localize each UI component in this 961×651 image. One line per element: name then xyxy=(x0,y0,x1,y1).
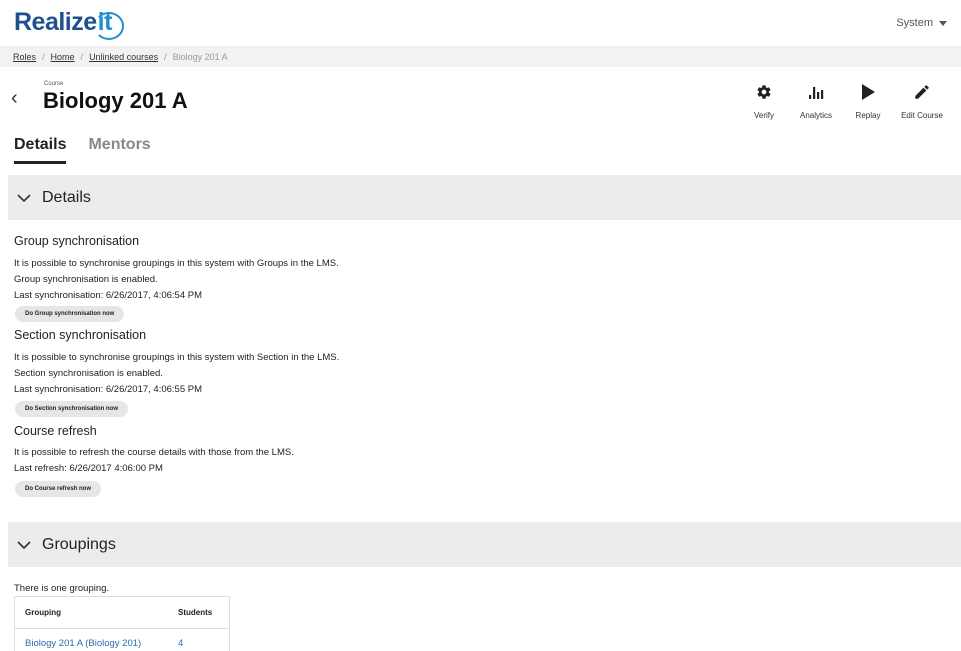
section-sync-heading: Section synchronisation xyxy=(14,328,147,342)
students-count-link[interactable]: 4 xyxy=(178,638,183,649)
page-title: Biology 201 A xyxy=(43,88,188,113)
do-section-sync-button[interactable]: Do Section synchronisation now xyxy=(15,401,129,417)
table-row[interactable]: Biology 201 A (Biology 201) 4 xyxy=(15,629,230,651)
groupings-section-label: Groupings xyxy=(42,535,116,553)
caret-down-icon xyxy=(939,20,947,26)
section-sync-description: It is possible to synchronise groupings … xyxy=(14,352,340,363)
grouping-cell: Biology 201 A (Biology 201) xyxy=(15,629,169,651)
gear-icon xyxy=(756,81,772,103)
course-refresh-description: It is possible to refresh the course det… xyxy=(14,447,294,458)
breadcrumb-separator: / xyxy=(42,51,45,62)
bar-chart-icon xyxy=(808,81,824,103)
breadcrumb-current: Biology 201 A xyxy=(172,51,228,62)
course-refresh-last: Last refresh: 6/26/2017 4:06:00 PM xyxy=(14,463,163,474)
students-cell: 4 xyxy=(168,629,229,651)
realizeit-logo[interactable]: Realize it xyxy=(14,8,125,40)
replay-label: Replay xyxy=(855,111,881,120)
column-header-students[interactable]: Students xyxy=(168,596,230,629)
details-section-header[interactable]: Details xyxy=(8,175,961,220)
tab-details[interactable]: Details xyxy=(14,136,67,164)
logo-text: Realize xyxy=(14,8,97,36)
verify-label: Verify xyxy=(753,111,774,120)
analytics-label: Analytics xyxy=(799,111,832,120)
groupings-count-text: There is one grouping. xyxy=(14,583,110,594)
course-refresh-heading: Course refresh xyxy=(14,424,97,438)
breadcrumb-separator: / xyxy=(80,51,84,62)
breadcrumb-home[interactable]: Home xyxy=(51,52,75,62)
breadcrumb: Roles / Home / Unlinked courses / Biolog… xyxy=(0,46,961,67)
group-sync-heading: Group synchronisation xyxy=(14,234,140,248)
page-eyebrow: Course xyxy=(44,81,64,87)
play-icon xyxy=(861,81,875,103)
analytics-button[interactable]: Analytics xyxy=(787,81,845,120)
groupings-table: Grouping Students Biology 201 A (Biology… xyxy=(14,596,230,651)
do-course-refresh-button[interactable]: Do Course refresh now xyxy=(15,481,102,497)
do-group-sync-button[interactable]: Do Group synchronisation now xyxy=(15,306,125,322)
edit-course-button[interactable]: Edit Course xyxy=(891,81,953,120)
chevron-down-icon xyxy=(17,540,31,549)
course-actions: Verify Analytics Replay Edit Course xyxy=(741,81,953,120)
replay-button[interactable]: Replay xyxy=(845,81,891,120)
details-section-label: Details xyxy=(42,188,91,206)
tab-mentors[interactable]: Mentors xyxy=(88,136,150,164)
section-sync-last: Last synchronisation: 6/26/2017, 4:06:55… xyxy=(14,384,203,395)
table-header-row: Grouping Students xyxy=(14,596,230,629)
user-menu-label: System xyxy=(896,17,933,29)
groupings-section-header[interactable]: Groupings xyxy=(8,522,961,567)
breadcrumb-roles[interactable]: Roles xyxy=(13,52,36,62)
verify-button[interactable]: Verify xyxy=(741,81,787,120)
group-sync-last: Last synchronisation: 6/26/2017, 4:06:54… xyxy=(14,290,203,301)
breadcrumb-unlinked-courses[interactable]: Unlinked courses xyxy=(89,52,158,62)
pencil-icon xyxy=(913,81,931,103)
group-sync-description: It is possible to synchronise groupings … xyxy=(14,258,339,269)
group-sync-status: Group synchronisation is enabled. xyxy=(14,274,158,285)
edit-course-label: Edit Course xyxy=(901,111,943,120)
back-chevron-icon[interactable]: ‹ xyxy=(11,88,18,108)
logo-accent: it xyxy=(93,8,125,40)
tab-bar: Details Mentors xyxy=(14,136,151,164)
grouping-link[interactable]: Biology 201 A (Biology 201) xyxy=(25,638,141,649)
column-header-grouping[interactable]: Grouping xyxy=(14,596,169,629)
chevron-down-icon xyxy=(17,193,31,202)
section-sync-status: Section synchronisation is enabled. xyxy=(14,368,163,379)
breadcrumb-separator: / xyxy=(164,51,167,62)
user-menu[interactable]: System xyxy=(896,17,947,29)
